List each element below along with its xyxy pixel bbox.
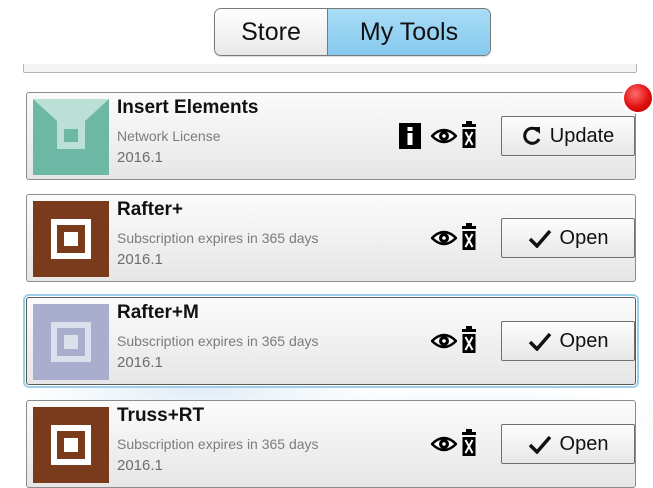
item-title: Rafter+ — [117, 199, 183, 220]
eye-icon[interactable] — [431, 332, 457, 350]
open-button-label: Open — [559, 329, 609, 352]
eye-icon[interactable] — [431, 435, 457, 453]
tab-my-tools[interactable]: My Tools — [328, 9, 490, 55]
notification-badge — [622, 82, 653, 114]
item-subtitle: Subscription expires in 365 days — [117, 230, 319, 246]
item-version: 2016.1 — [117, 457, 163, 474]
trash-icon[interactable] — [461, 429, 477, 457]
item-title: Rafter+M — [117, 302, 199, 323]
trash-icon[interactable] — [461, 326, 477, 354]
item-version: 2016.1 — [117, 149, 163, 166]
item-version: 2016.1 — [117, 251, 163, 268]
item-subtitle: Subscription expires in 365 days — [117, 333, 319, 349]
info-icon[interactable] — [399, 123, 421, 149]
item-subtitle: Network License — [117, 128, 221, 144]
rafter-plus-thumbnail — [33, 201, 109, 277]
view-switcher: Store My Tools — [214, 8, 491, 56]
eye-icon[interactable] — [431, 229, 457, 247]
item-title: Truss+RT — [117, 405, 205, 426]
update-button[interactable]: Update — [501, 116, 635, 156]
list-item-rafter-plus-m[interactable]: Rafter+M Subscription expires in 365 day… — [26, 297, 636, 385]
item-title: Insert Elements — [117, 97, 259, 118]
list-item-insert-elements[interactable]: Insert Elements Network License 2016.1 U… — [26, 92, 636, 180]
update-button-label: Update — [549, 124, 615, 147]
refresh-icon — [522, 126, 541, 145]
checkmark-icon — [528, 229, 551, 248]
open-button[interactable]: Open — [501, 321, 635, 361]
tab-store[interactable]: Store — [215, 9, 328, 55]
item-subtitle: Subscription expires in 365 days — [117, 436, 319, 452]
list-item-rafter-plus[interactable]: Rafter+ Subscription expires in 365 days… — [26, 194, 636, 282]
list-item-truss-plus-rt[interactable]: Truss+RT Subscription expires in 365 day… — [26, 400, 636, 488]
item-version: 2016.1 — [117, 354, 163, 371]
open-button[interactable]: Open — [501, 218, 635, 258]
eye-icon[interactable] — [431, 127, 457, 145]
insert-elements-thumbnail — [33, 99, 109, 175]
rafter-plus-m-thumbnail — [33, 304, 109, 380]
open-button[interactable]: Open — [501, 424, 635, 464]
trash-icon[interactable] — [461, 223, 477, 251]
checkmark-icon — [528, 435, 551, 454]
open-button-label: Open — [559, 226, 609, 249]
trash-icon[interactable] — [461, 121, 477, 149]
open-button-label: Open — [559, 432, 609, 455]
truss-plus-rt-thumbnail — [33, 407, 109, 483]
checkmark-icon — [528, 332, 551, 351]
list-top-edge — [23, 64, 637, 73]
